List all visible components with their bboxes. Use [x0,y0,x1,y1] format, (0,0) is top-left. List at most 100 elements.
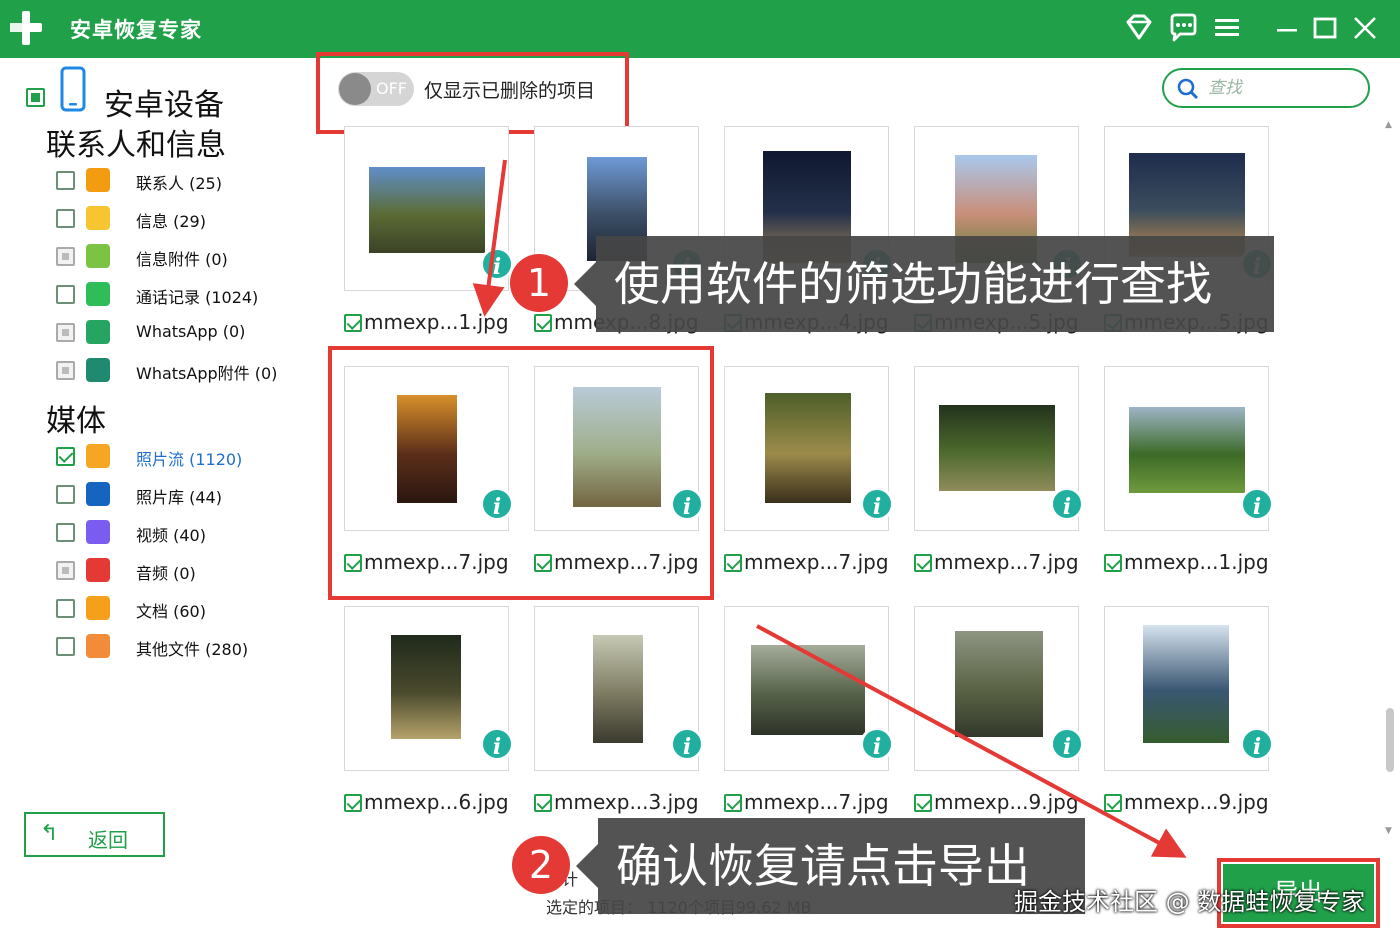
photo-frame[interactable]: i [914,366,1084,531]
step-2-callout: 确认恢复请点击导出 [576,818,1085,914]
menu-icon[interactable] [1212,12,1242,44]
contact-label: 信息附件 (0) [136,250,228,269]
media-item[interactable]: 照片流 (1120) [54,442,304,472]
contact-category-icon [86,244,110,268]
back-button-label: 返回 [88,830,128,852]
contact-checkbox[interactable] [56,361,75,380]
photo-frame[interactable]: i [914,606,1084,771]
media-item[interactable]: 其他文件 (280) [54,632,304,662]
media-item[interactable]: 视频 (40) [54,518,304,548]
info-icon[interactable]: i [860,727,894,761]
photo-thumbnail [751,645,865,735]
contact-checkbox[interactable] [56,323,75,342]
watermark: 掘金技术社区 @ 数据蛙恢复专家 [1014,888,1366,916]
photo-checkbox[interactable] [724,794,742,812]
contact-label: 通话记录 (1024) [136,288,259,307]
search-box[interactable] [1162,68,1370,108]
contact-item[interactable]: 联系人 (25) [54,166,304,196]
photo-filename: mmexp...7.jpg [744,790,889,814]
diamond-icon[interactable] [1124,12,1154,44]
media-checkbox[interactable] [56,447,75,466]
media-item[interactable]: 文档 (60) [54,594,304,624]
photo-filename: mmexp...1.jpg [364,310,509,334]
photo-caption: mmexp...1.jpg [344,310,544,336]
contact-checkbox[interactable] [56,285,75,304]
back-button[interactable]: ↰ 返回 [24,812,165,857]
photo-checkbox[interactable] [914,794,932,812]
contact-checkbox[interactable] [56,171,75,190]
photo-filename: mmexp...3.jpg [554,790,699,814]
photo-checkbox[interactable] [1104,554,1122,572]
chat-icon[interactable] [1168,12,1198,44]
info-icon[interactable]: i [1050,487,1084,521]
photo-caption: mmexp...6.jpg [344,790,544,816]
info-icon[interactable]: i [1240,487,1274,521]
photo-caption: mmexp...7.jpg [724,550,924,576]
info-icon[interactable]: i [1050,727,1084,761]
media-label: 照片流 (1120) [136,450,243,469]
minimize-icon[interactable] [1272,12,1302,44]
close-icon[interactable] [1350,12,1380,44]
media-checkbox[interactable] [56,561,75,580]
media-checkbox[interactable] [56,523,75,542]
media-item[interactable]: 照片库 (44) [54,480,304,510]
back-arrow-icon: ↰ [40,820,59,845]
info-icon[interactable]: i [860,487,894,521]
info-icon[interactable]: i [480,727,514,761]
photo-frame[interactable]: i [724,366,894,531]
info-icon[interactable]: i [480,247,514,281]
contact-item[interactable]: WhatsApp (0) [54,318,304,348]
scroll-up-icon[interactable]: ▲ [1385,120,1392,130]
media-checkbox[interactable] [56,485,75,504]
photo-checkbox[interactable] [1104,794,1122,812]
photo-checkbox[interactable] [724,554,742,572]
photo-frame[interactable]: i [344,606,514,771]
sidebar: 安卓设备 联系人和信息 联系人 (25) 信息 (29) 信息附件 (0) 通话记录 … [0,58,310,938]
photo-frame[interactable]: i [1104,366,1274,531]
contact-item[interactable]: 信息附件 (0) [54,242,304,272]
photo-filename: mmexp...9.jpg [934,790,1079,814]
photo-checkbox[interactable] [534,794,552,812]
media-label: 文档 (60) [136,602,206,621]
photo-filename: mmexp...9.jpg [1124,790,1269,814]
photo-filename: mmexp...6.jpg [364,790,509,814]
annotation-box-photos [328,346,714,600]
maximize-icon[interactable] [1310,12,1340,44]
info-icon[interactable]: i [670,727,704,761]
media-category-icon [86,520,110,544]
photo-checkbox[interactable] [914,554,932,572]
photo-caption: mmexp...7.jpg [914,550,1114,576]
media-checkbox[interactable] [56,599,75,618]
photo-checkbox[interactable] [534,314,552,332]
contact-item[interactable]: 通话记录 (1024) [54,280,304,310]
info-icon[interactable]: i [1240,727,1274,761]
device-checkbox[interactable] [26,88,45,107]
media-category-icon [86,444,110,468]
contact-category-icon [86,358,110,382]
contact-category-icon [86,168,110,192]
media-category-icon [86,558,110,582]
media-category-icon [86,634,110,658]
search-input[interactable] [1208,77,1358,99]
scroll-down-icon[interactable]: ▼ [1385,826,1392,836]
photo-frame[interactable]: i [724,606,894,771]
app-window: 安卓恢复专家 安卓设备 联系人和信息 联系人 (25) 信息 (29) 信息附件… [0,0,1400,938]
contact-label: 信息 (29) [136,212,206,231]
photo-checkbox[interactable] [344,794,362,812]
contact-checkbox[interactable] [56,247,75,266]
photo-caption: mmexp...7.jpg [724,790,924,816]
photo-checkbox[interactable] [344,314,362,332]
photo-frame[interactable]: i [1104,606,1274,771]
media-section-title: 媒体 [46,404,106,439]
media-item[interactable]: 音频 (0) [54,556,304,586]
contact-label: WhatsApp附件 (0) [136,364,278,383]
contact-item[interactable]: 信息 (29) [54,204,304,234]
contact-item[interactable]: WhatsApp附件 (0) [54,356,304,386]
scroll-thumb[interactable] [1386,708,1394,772]
media-checkbox[interactable] [56,637,75,656]
scrollbar[interactable]: ▲ ▼ [1383,120,1397,840]
contact-checkbox[interactable] [56,209,75,228]
photo-frame[interactable]: i [534,606,704,771]
photo-frame[interactable]: i [344,126,514,291]
app-title: 安卓恢复专家 [70,18,202,42]
